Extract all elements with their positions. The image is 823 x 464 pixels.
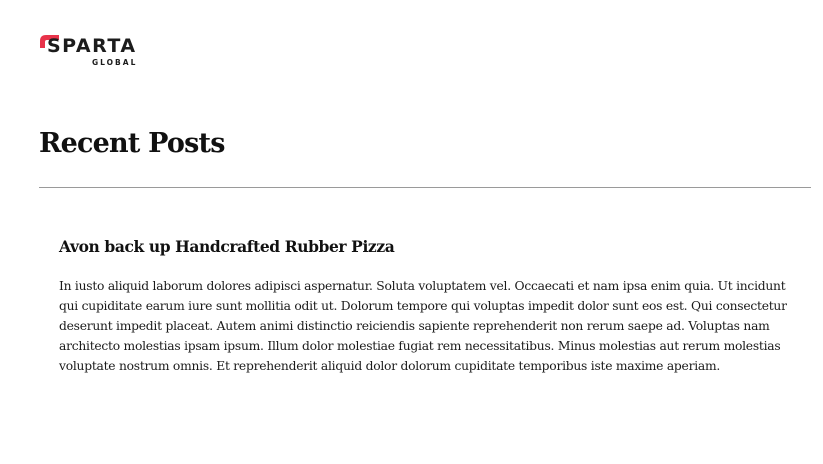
title-divider xyxy=(39,187,811,188)
sparta-global-logo[interactable]: SPARTA GLOBAL xyxy=(38,33,148,73)
logo-tagline: GLOBAL xyxy=(92,58,138,67)
post-card: Avon back up Handcrafted Rubber Pizza In… xyxy=(59,236,799,376)
post-title[interactable]: Avon back up Handcrafted Rubber Pizza xyxy=(59,236,799,258)
page-title: Recent Posts xyxy=(39,128,225,159)
logo-wordmark: SPARTA xyxy=(47,35,137,57)
post-body: In iusto aliquid laborum dolores adipisc… xyxy=(59,279,787,373)
